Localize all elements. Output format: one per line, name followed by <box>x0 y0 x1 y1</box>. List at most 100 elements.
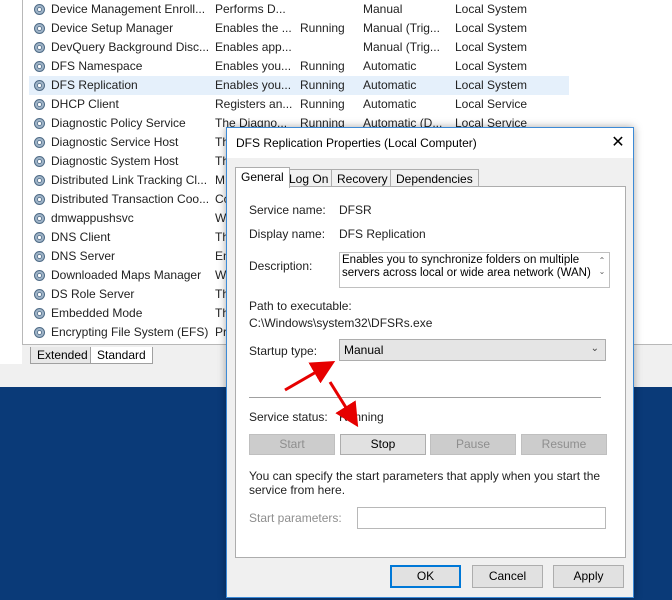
gear-icon <box>34 232 45 243</box>
service-name: dmwappushsvc <box>51 211 134 225</box>
service-name: DFS Replication <box>51 78 138 92</box>
service-row[interactable]: DFS Replication Enables you... Running Auto… <box>29 76 569 95</box>
dialog-title: DFS Replication Properties (Local Comput… <box>236 136 477 150</box>
service-status: Running <box>300 59 345 73</box>
tab-general[interactable]: General <box>235 167 290 188</box>
scroll-down-icon[interactable]: ⌄ <box>597 266 607 277</box>
gear-icon <box>34 327 45 338</box>
ok-button[interactable]: OK <box>390 565 461 588</box>
service-name: Device Setup Manager <box>51 21 174 35</box>
pause-button[interactable]: Pause <box>430 434 516 455</box>
description-text: Enables you to synchronize folders on mu… <box>342 254 591 279</box>
path-value: C:\Windows\system32\DFSRs.exe <box>249 316 433 330</box>
gear-icon <box>34 289 45 300</box>
chevron-down-icon: ⌄ <box>590 343 599 354</box>
description-label: Description: <box>249 259 313 273</box>
service-name: DNS Client <box>51 230 111 244</box>
service-log-on-as: Local System <box>455 59 528 73</box>
gear-icon <box>34 23 45 34</box>
gear-icon <box>34 251 45 262</box>
service-name: Diagnostic Policy Service <box>51 116 186 130</box>
service-name: DNS Server <box>51 249 116 263</box>
service-startup-type: Manual (Trig... <box>363 21 440 35</box>
gear-icon <box>34 61 45 72</box>
gear-icon <box>34 118 45 129</box>
gear-icon <box>34 80 45 91</box>
service-status: Running <box>300 21 345 35</box>
gear-icon <box>34 213 45 224</box>
service-properties-dialog: DFS Replication Properties (Local Comput… <box>226 127 634 598</box>
gear-icon <box>34 99 45 110</box>
general-panel: Service name: DFSR Display name: DFS Rep… <box>235 186 626 558</box>
start-params-hint: You can specify the start parameters tha… <box>249 469 601 497</box>
service-log-on-as: Local System <box>455 78 528 92</box>
gear-icon <box>34 156 45 167</box>
service-description: Enables the ... <box>215 21 292 35</box>
scroll-up-icon[interactable]: ⌃ <box>597 255 607 266</box>
service-name: DHCP Client <box>51 97 119 111</box>
service-startup-type: Automatic <box>363 59 417 73</box>
service-description: Registers an... <box>215 97 293 111</box>
service-name: Distributed Transaction Coo... <box>51 192 210 206</box>
close-icon: ✕ <box>611 134 625 151</box>
gear-icon <box>34 270 45 281</box>
service-startup-type: Manual (Trig... <box>363 40 440 54</box>
tab-extended[interactable]: Extended <box>30 347 95 364</box>
service-row[interactable]: Device Setup Manager Enables the ... Runni… <box>29 19 569 38</box>
cancel-button[interactable]: Cancel <box>472 565 543 588</box>
service-startup-type: Automatic <box>363 78 417 92</box>
service-name-value: DFSR <box>339 203 372 217</box>
gear-icon <box>34 194 45 205</box>
description-scroll[interactable]: ⌃ ⌄ <box>597 255 607 285</box>
resume-button[interactable]: Resume <box>521 434 607 455</box>
service-log-on-as: Local System <box>455 2 528 16</box>
service-status: Running <box>300 97 345 111</box>
service-name-label: Service name: <box>249 203 326 217</box>
start-params-input[interactable] <box>357 507 606 529</box>
service-name: Embedded Mode <box>51 306 143 320</box>
gear-icon <box>34 175 45 186</box>
tab-standard[interactable]: Standard <box>90 347 153 364</box>
startup-type-value: Manual <box>344 343 384 357</box>
service-log-on-as: Local System <box>455 40 528 54</box>
service-description: Performs D... <box>215 2 286 16</box>
gear-icon <box>34 4 45 15</box>
service-name: DS Role Server <box>51 287 135 301</box>
close-button[interactable]: ✕ <box>603 128 633 158</box>
path-label: Path to executable: <box>249 299 352 313</box>
startup-type-select[interactable]: Manual ⌄ <box>339 339 606 361</box>
service-row[interactable]: DHCP Client Registers an... Running Automat… <box>29 95 569 114</box>
service-name: DevQuery Background Disc... <box>51 40 210 54</box>
service-name: Distributed Link Tracking Cl... <box>51 173 208 187</box>
service-log-on-as: Local Service <box>455 97 528 111</box>
service-startup-type: Manual <box>363 2 403 16</box>
apply-button[interactable]: Apply <box>553 565 624 588</box>
service-description: Enables you... <box>215 59 292 73</box>
service-status-value: Running <box>339 410 384 424</box>
service-description: Enables you... <box>215 78 292 92</box>
service-row[interactable]: DFS Namespace Enables you... Running Automa… <box>29 57 569 76</box>
divider <box>249 397 601 398</box>
service-row[interactable]: Device Management Enroll... Performs D...… <box>29 0 569 19</box>
display-name-label: Display name: <box>249 227 326 241</box>
start-button[interactable]: Start <box>249 434 335 455</box>
service-name: Device Management Enroll... <box>51 2 206 16</box>
service-status-label: Service status: <box>249 410 328 424</box>
service-name: DFS Namespace <box>51 59 143 73</box>
gear-icon <box>34 137 45 148</box>
description-box[interactable]: Enables you to synchronize folders on mu… <box>339 252 610 288</box>
service-name: Encrypting File System (EFS) <box>51 325 209 339</box>
service-row[interactable]: DevQuery Background Disc... Enables app..… <box>29 38 569 57</box>
display-name-value: DFS Replication <box>339 227 426 241</box>
left-edge <box>0 0 22 364</box>
stop-button[interactable]: Stop <box>340 434 426 455</box>
service-name: Diagnostic System Host <box>51 154 179 168</box>
startup-type-label: Startup type: <box>249 344 318 358</box>
dialog-titlebar: DFS Replication Properties (Local Comput… <box>227 128 633 158</box>
start-params-label: Start parameters: <box>249 511 342 525</box>
service-name: Diagnostic Service Host <box>51 135 179 149</box>
gear-icon <box>34 42 45 53</box>
service-startup-type: Automatic <box>363 97 417 111</box>
service-name: Downloaded Maps Manager <box>51 268 202 282</box>
service-description: Enables app... <box>215 40 292 54</box>
